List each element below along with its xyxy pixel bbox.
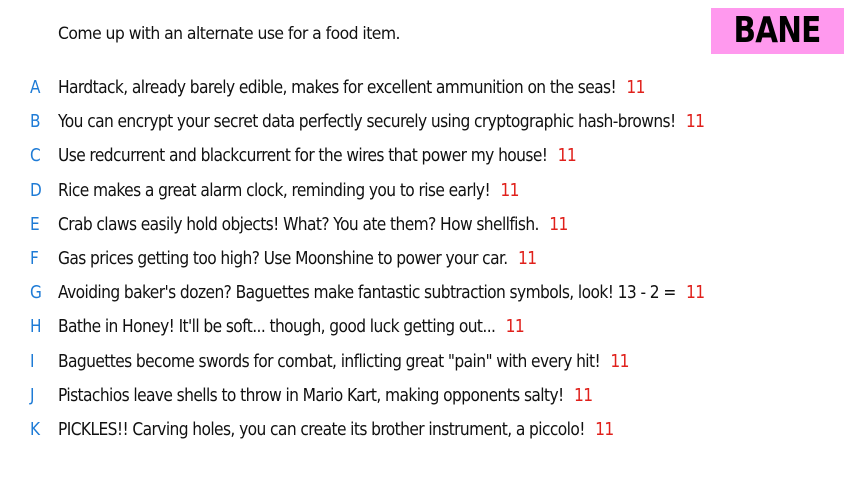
answer-row-c[interactable]: C Use redcurrent and blackcurrent for th… [0,139,853,173]
answer-row-h[interactable]: H Bathe in Honey! It'll be soft... thoug… [0,310,853,344]
answer-score: 11 [549,213,568,235]
answer-list: A Hardtack, already barely edible, makes… [0,71,853,447]
answer-text: Baguettes become swords for combat, infl… [58,350,601,372]
answer-line: Pistachios leave shells to throw in Mari… [58,379,593,413]
answer-line: Bathe in Honey! It'll be soft... though,… [58,310,525,344]
answer-row-f[interactable]: F Gas prices getting too high? Use Moons… [0,242,853,276]
answer-row-a[interactable]: A Hardtack, already barely edible, makes… [0,71,853,105]
answer-letter: K [30,418,41,440]
answer-score: 11 [685,111,705,133]
answer-letter: F [30,248,39,270]
answer-line: Use redcurrent and blackcurrent for the … [58,139,577,173]
answer-line: Baguettes become swords for combat, infl… [58,345,629,379]
answer-row-e[interactable]: E Crab claws easily hold objects! What? … [0,208,853,242]
answer-letter: E [30,213,40,235]
answer-line: Gas prices getting too high? Use Moonshi… [58,242,537,276]
player-name: BANE [734,10,822,51]
answer-letter: C [30,145,41,167]
prompt-text: Come up with an alternate use for a food… [58,24,401,44]
answer-text: Gas prices getting too high? Use Moonshi… [58,248,508,270]
answer-score: 11 [500,179,519,201]
answer-line: PICKLES!! Carving holes, you can create … [58,413,614,447]
answer-score: 11 [686,282,705,304]
answer-line: Crab claws easily hold objects! What? Yo… [58,208,568,242]
answer-line: Avoiding baker's dozen? Baguettes make f… [58,276,705,310]
answer-text: PICKLES!! Carving holes, you can create … [58,418,585,440]
answer-text: Crab claws easily hold objects! What? Yo… [58,213,539,235]
answer-score: 11 [517,248,537,270]
answer-text: Bathe in Honey! It'll be soft... though,… [58,316,496,338]
answer-letter: A [30,77,41,99]
answer-line: Rice makes a great alarm clock, remindin… [58,174,519,208]
answer-letter: I [30,350,35,372]
answer-row-i[interactable]: I Baguettes become swords for combat, in… [0,345,853,379]
answer-row-g[interactable]: G Avoiding baker's dozen? Baguettes make… [0,276,853,310]
answer-text: Avoiding baker's dozen? Baguettes make f… [58,282,676,304]
answer-score: 11 [626,77,645,99]
answer-text: Hardtack, already barely edible, makes f… [58,77,617,99]
answer-row-k[interactable]: K PICKLES!! Carving holes, you can creat… [0,413,853,447]
answer-text: Pistachios leave shells to throw in Mari… [58,384,564,406]
answer-row-j[interactable]: J Pistachios leave shells to throw in Ma… [0,379,853,413]
answer-letter: D [30,179,42,201]
answer-line: Hardtack, already barely edible, makes f… [58,71,646,105]
answer-line: You can encrypt your secret data perfect… [58,105,705,139]
answer-letter: H [30,316,42,338]
player-badge: BANE [711,8,844,54]
answer-text: Use redcurrent and blackcurrent for the … [58,145,548,167]
answer-row-b[interactable]: B You can encrypt your secret data perfe… [0,105,853,139]
answer-score: 11 [595,418,614,440]
answer-row-d[interactable]: D Rice makes a great alarm clock, remind… [0,174,853,208]
answer-score: 11 [557,145,577,167]
answer-score: 11 [610,350,629,372]
answer-letter: J [30,384,35,406]
answer-text: You can encrypt your secret data perfect… [58,111,676,133]
answer-score: 11 [573,384,593,406]
answer-text: Rice makes a great alarm clock, remindin… [58,179,491,201]
answer-letter: G [30,282,42,304]
answer-score: 11 [505,316,525,338]
answer-letter: B [30,111,41,133]
